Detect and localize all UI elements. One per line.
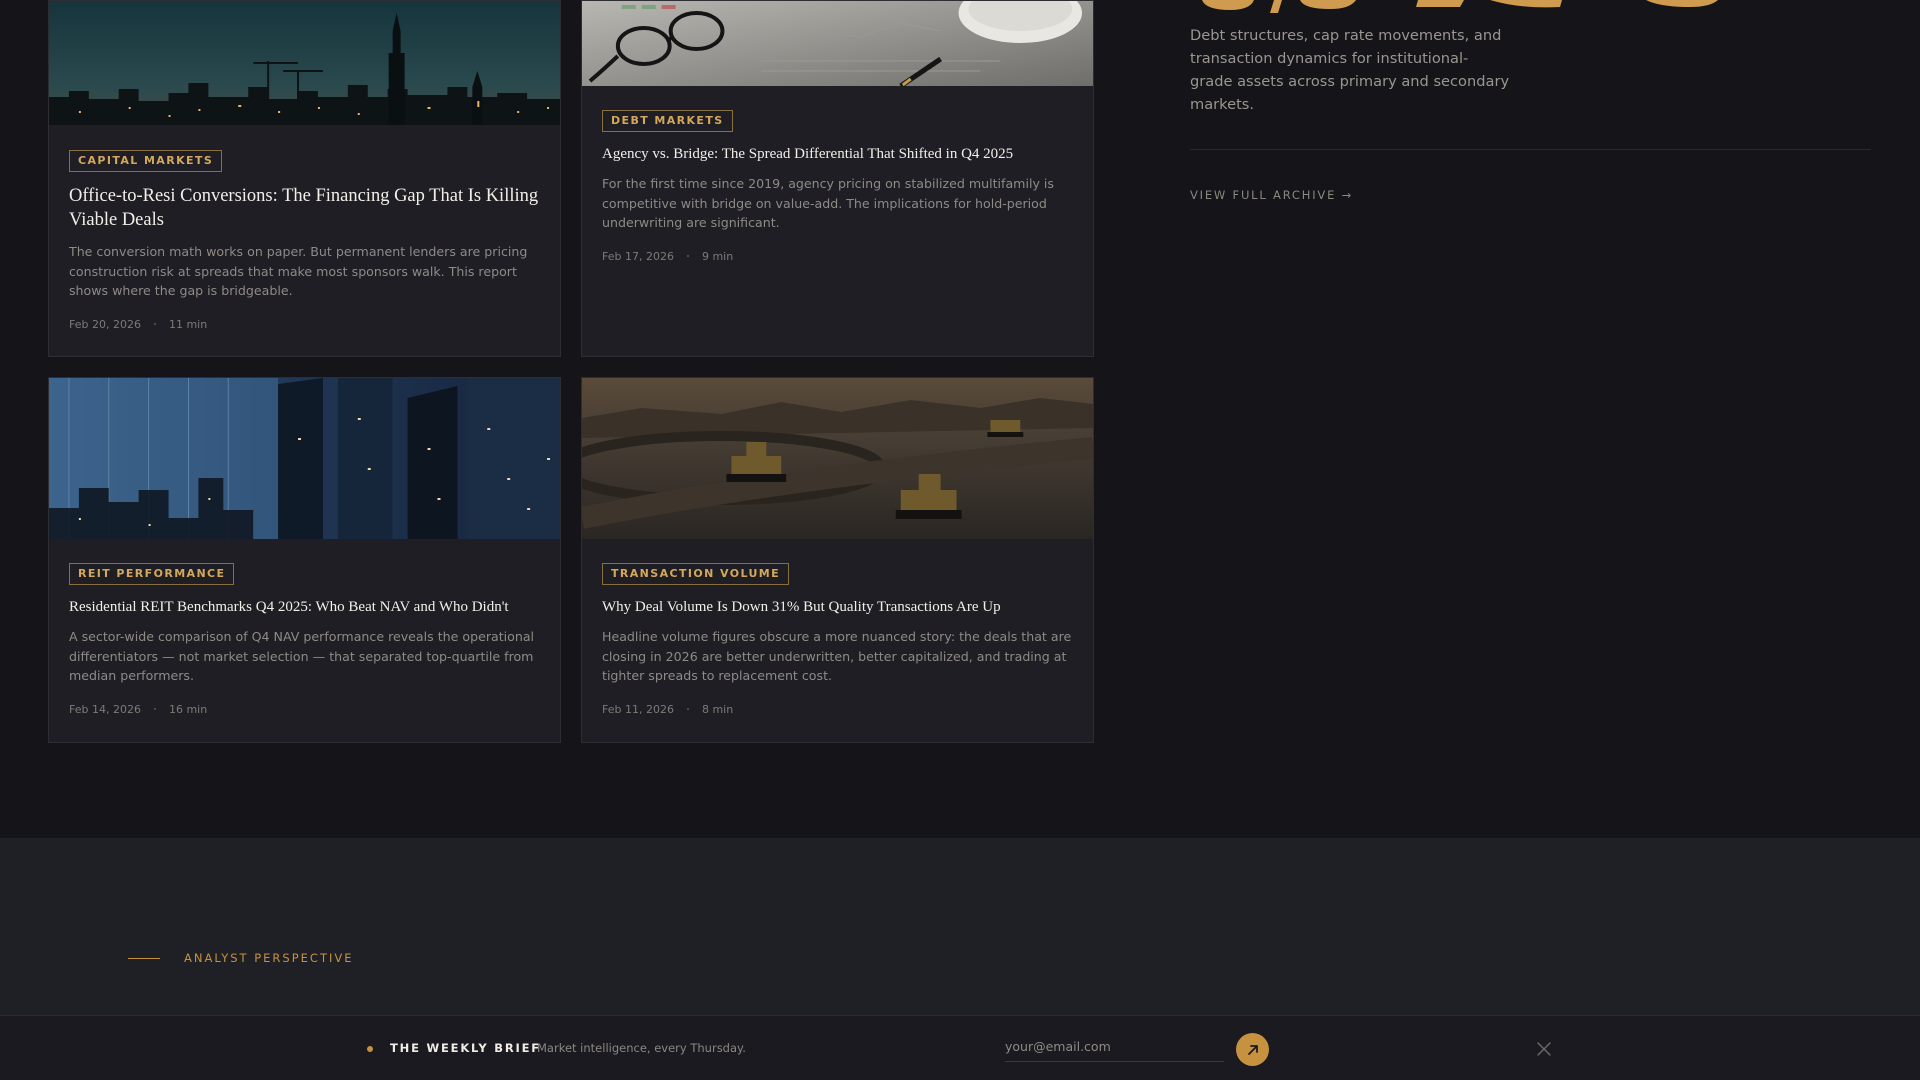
section-description: Debt structures, cap rate movements, and…	[1190, 27, 1510, 113]
meta-separator	[686, 708, 689, 710]
article-date: Feb 20, 2026	[69, 317, 141, 331]
article-meta: Feb 11, 2026 8 min	[602, 703, 1073, 716]
view-full-archive-link[interactable]: VIEW FULL ARCHIVE →	[1190, 188, 1353, 202]
category-badge[interactable]: DEBT MARKETS	[602, 110, 733, 132]
eyebrow-label: ANALYST PERSPECTIVE	[184, 951, 354, 965]
article-title[interactable]: Agency vs. Bridge: The Spread Differenti…	[602, 144, 1073, 164]
desk-glasses-image	[582, 1, 1093, 86]
article-description: For the first time since 2019, agency pr…	[602, 176, 1054, 230]
article-date: Feb 14, 2026	[69, 702, 141, 716]
arrow-up-right-icon	[1247, 1044, 1258, 1055]
newsletter-tagline: Market intelligence, every Thursday.	[537, 1041, 746, 1055]
read-time: 16 min	[168, 702, 208, 716]
article-description: The conversion math works on paper. But …	[69, 244, 528, 298]
close-icon	[1537, 1042, 1551, 1056]
subscribe-button[interactable]	[1236, 1033, 1269, 1066]
article-description: A sector-wide comparison of Q4 NAV perfo…	[69, 629, 535, 683]
article-description: Headline volume figures obscure a more n…	[602, 629, 1072, 683]
category-badge[interactable]: TRANSACTION VOLUME	[602, 563, 790, 585]
section-heading-cropped-shape	[1202, 0, 1718, 13]
status-dot	[367, 1046, 373, 1052]
article-card[interactable]: DEBT MARKETS Agency vs. Bridge: The Spre…	[581, 0, 1094, 357]
article-date: Feb 11, 2026	[602, 702, 674, 716]
newsletter-bar: THE WEEKLY BRIEF Market intelligence, ev…	[0, 1015, 1920, 1080]
category-badge[interactable]: REIT PERFORMANCE	[69, 563, 235, 585]
divider	[1190, 149, 1871, 150]
meta-separator	[686, 255, 689, 257]
meta-separator	[153, 708, 156, 710]
read-time: 9 min	[701, 249, 734, 263]
read-time: 11 min	[168, 317, 208, 331]
article-meta: Feb 14, 2026 16 min	[69, 703, 540, 716]
article-card[interactable]: TRANSACTION VOLUME Why Deal Volume Is Do…	[581, 377, 1094, 743]
article-meta: Feb 20, 2026 11 min	[69, 318, 540, 331]
article-title[interactable]: Residential REIT Benchmarks Q4 2025: Who…	[69, 597, 540, 617]
eyebrow-line	[128, 958, 160, 959]
construction-site-image	[582, 378, 1093, 539]
category-badge[interactable]: CAPITAL MARKETS	[69, 150, 223, 172]
article-card[interactable]: REIT PERFORMANCE Residential REIT Benchm…	[48, 377, 561, 743]
read-time: 8 min	[701, 702, 734, 716]
article-card[interactable]: CAPITAL MARKETS Office-to-Resi Conversio…	[48, 0, 561, 357]
email-input[interactable]	[1005, 1032, 1224, 1062]
city-skyline-image	[49, 1, 560, 125]
glass-towers-image	[49, 378, 560, 539]
article-date: Feb 17, 2026	[602, 249, 674, 263]
article-title[interactable]: Office-to-Resi Conversions: The Financin…	[69, 184, 540, 232]
meta-separator	[153, 323, 156, 325]
close-button[interactable]	[1535, 1040, 1553, 1058]
article-meta: Feb 17, 2026 9 min	[602, 250, 1073, 263]
analyst-perspective-section: ANALYST PERSPECTIVE	[0, 838, 1920, 1015]
newsletter-title: THE WEEKLY BRIEF	[390, 1041, 541, 1055]
article-title[interactable]: Why Deal Volume Is Down 31% But Quality …	[602, 597, 1073, 617]
